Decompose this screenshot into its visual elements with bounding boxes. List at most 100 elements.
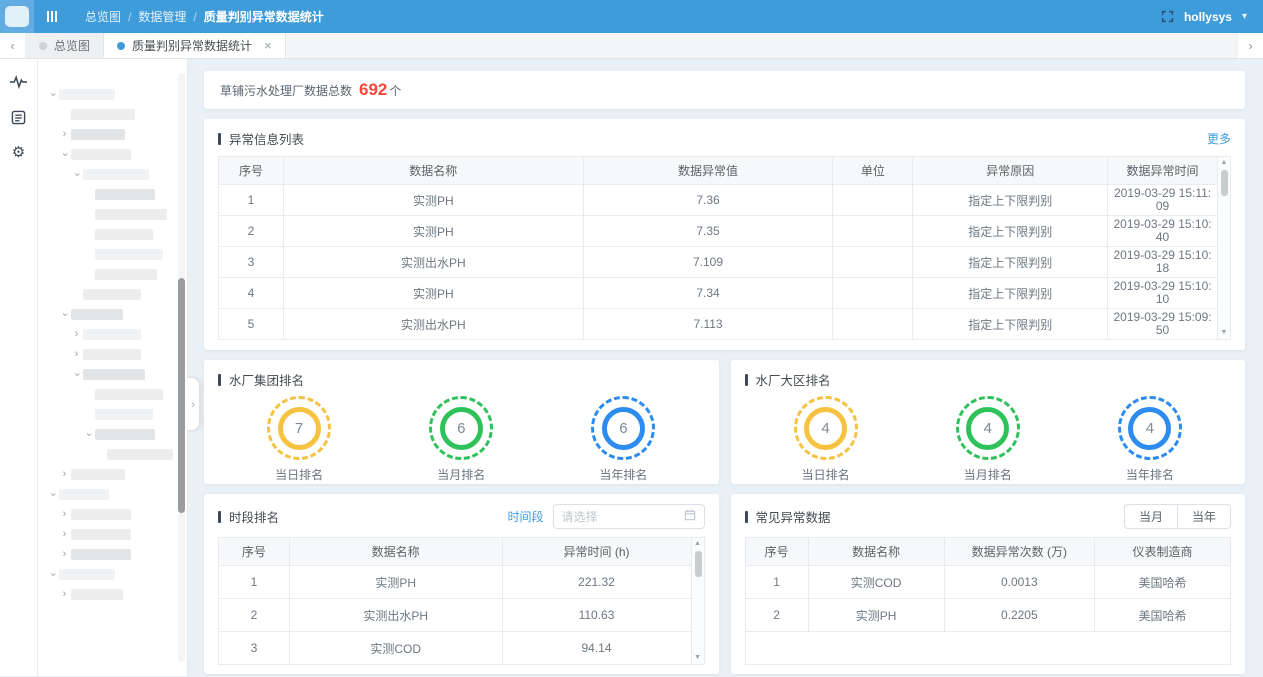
chevron-down-icon[interactable]: › [47, 568, 58, 581]
app-logo[interactable] [0, 0, 34, 33]
tree-node[interactable]: › [44, 427, 173, 441]
chevron-right-icon[interactable]: › [58, 549, 71, 560]
chevron-right-icon[interactable]: › [70, 329, 83, 340]
tab-overview[interactable]: 总览图 [26, 33, 104, 58]
chevron-right-icon[interactable]: › [58, 529, 71, 540]
cell-index: 2 [219, 599, 290, 632]
sidebar-scrollbar-thumb[interactable] [178, 278, 185, 513]
redacted-tree-label [59, 489, 109, 500]
tree-node[interactable]: › [44, 147, 173, 161]
tree-node[interactable]: › [44, 367, 173, 381]
tree-node[interactable]: › [44, 327, 173, 341]
table-row: 3 实测COD 94.14 [219, 632, 692, 665]
tab-scroll-left-icon[interactable]: ‹ [0, 33, 26, 58]
tree-node[interactable]: › [44, 127, 173, 141]
chevron-down-icon[interactable]: › [71, 168, 82, 181]
tree-node[interactable]: › [44, 307, 173, 321]
header-actions: hollysys ▾ [1161, 10, 1263, 24]
tree-node[interactable]: › [44, 487, 173, 501]
tree-node[interactable]: › [44, 167, 173, 181]
tree-node[interactable] [44, 207, 173, 221]
monitor-pulse-icon[interactable] [10, 73, 28, 91]
tree-node[interactable]: › [44, 467, 173, 481]
tree-node[interactable] [44, 247, 173, 261]
scroll-down-icon[interactable]: ▼ [1221, 329, 1228, 337]
table-row: 1 实测COD 0.0013 美国哈希 [745, 566, 1231, 599]
user-menu[interactable]: hollysys [1184, 10, 1232, 24]
cell-manufacturer: 美国哈希 [1095, 566, 1231, 599]
tree-node[interactable]: › [44, 547, 173, 561]
scroll-up-icon[interactable]: ▲ [1221, 159, 1228, 167]
chevron-down-icon[interactable]: › [47, 488, 58, 501]
chevron-down-icon[interactable]: › [83, 428, 94, 441]
breadcrumb-separator: / [193, 10, 196, 24]
tree-node[interactable] [44, 407, 173, 421]
chevron-down-icon[interactable]: › [59, 308, 70, 321]
tree-node[interactable] [44, 287, 173, 301]
total-count-prefix: 草铺污水处理厂数据总数 [220, 82, 352, 99]
chevron-down-icon[interactable]: › [59, 148, 70, 161]
tree-node[interactable]: › [44, 567, 173, 581]
more-link[interactable]: 更多 [1207, 130, 1231, 147]
tree-node[interactable]: › [44, 347, 173, 361]
table-scrollbar[interactable]: ▲ ▼ [692, 537, 705, 665]
cell-index: 1 [219, 566, 290, 599]
current-year-button[interactable]: 当年 [1177, 504, 1231, 529]
tree-node[interactable] [44, 387, 173, 401]
redacted-tree-label [95, 429, 155, 440]
cell-unit [833, 309, 913, 340]
chevron-right-icon[interactable]: › [70, 349, 83, 360]
section-title-bar [745, 374, 748, 386]
ranking-label: 当年排名 [1126, 466, 1174, 483]
chevron-down-icon[interactable]: › [71, 368, 82, 381]
breadcrumb-item[interactable]: 数据管理 [138, 8, 186, 25]
total-count-value: 692 [359, 80, 387, 100]
fullscreen-icon[interactable] [1161, 10, 1174, 23]
scroll-down-icon[interactable]: ▼ [694, 654, 701, 662]
common-abnormal-table: 序号 数据名称 数据异常次数 (万) 仪表制造商 1 实测COD 0.0013 [745, 537, 1232, 665]
tab-scroll-right-icon[interactable]: › [1237, 33, 1263, 58]
sidebar-scrollbar[interactable] [178, 73, 185, 662]
column-header: 序号 [219, 538, 290, 566]
redacted-tree-label [95, 269, 157, 280]
cell-unit [833, 185, 913, 216]
tree-node[interactable]: › [44, 87, 173, 101]
time-range-picker[interactable]: 请选择 [553, 504, 705, 529]
form-list-icon[interactable] [10, 108, 28, 126]
table-scrollbar[interactable]: ▲ ▼ [1218, 156, 1231, 340]
chevron-right-icon[interactable]: › [58, 469, 71, 480]
table-scrollbar-thumb[interactable] [695, 551, 702, 577]
tab-quality-abnormal-stats[interactable]: 质量判别异常数据统计 × [104, 33, 286, 58]
tab-close-icon[interactable]: × [264, 39, 272, 52]
tree-node[interactable] [44, 267, 173, 281]
menu-toggle-icon[interactable] [47, 11, 57, 22]
redacted-tree-label [95, 229, 153, 240]
gear-icon[interactable]: ⚙ [10, 143, 28, 161]
tree-node[interactable]: › [44, 507, 173, 521]
breadcrumb-item[interactable]: 总览图 [85, 8, 121, 25]
tree-node[interactable]: › [44, 527, 173, 541]
tree-node[interactable] [44, 107, 173, 121]
redacted-tree-label [83, 289, 141, 300]
tree-node[interactable]: › [44, 587, 173, 601]
calendar-icon[interactable] [684, 509, 696, 524]
chevron-down-icon[interactable]: ▾ [1242, 11, 1247, 22]
period-ranking-card: 时段排名 时间段 请选择 [204, 494, 719, 674]
cell-data-name: 实测PH [808, 599, 944, 632]
redacted-tree-label [59, 569, 115, 580]
tree-node[interactable] [44, 227, 173, 241]
chevron-down-icon[interactable]: › [47, 88, 58, 101]
sidebar-collapse-handle[interactable]: › [187, 377, 200, 431]
cell-time: 2019-03-29 15:10:18 [1108, 247, 1218, 278]
table-scrollbar-thumb[interactable] [1221, 170, 1228, 196]
chevron-right-icon[interactable]: › [58, 509, 71, 520]
cell-data-name: 实测PH [289, 566, 502, 599]
tree-node[interactable] [44, 187, 173, 201]
tab-label: 质量判别异常数据统计 [132, 37, 252, 54]
current-month-button[interactable]: 当月 [1124, 504, 1177, 529]
chevron-right-icon[interactable]: › [58, 589, 71, 600]
cell-count: 0.0013 [944, 566, 1095, 599]
scroll-up-icon[interactable]: ▲ [694, 540, 701, 548]
tree-node[interactable] [44, 447, 173, 461]
chevron-right-icon[interactable]: › [58, 129, 71, 140]
